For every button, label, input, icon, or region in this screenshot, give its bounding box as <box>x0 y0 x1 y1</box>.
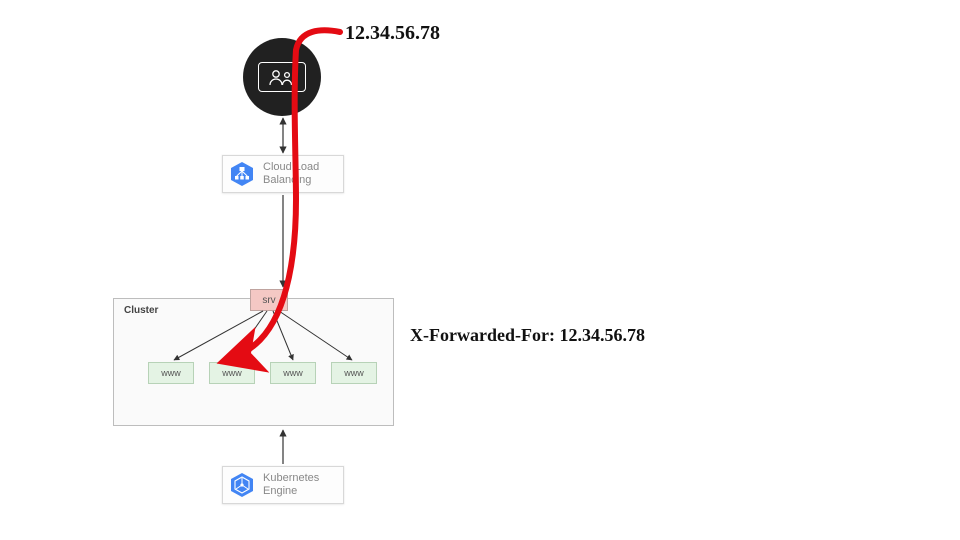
pod-label: www <box>344 368 364 378</box>
client-ip-annotation: 12.34.56.78 <box>345 22 440 45</box>
diagram-connectors <box>0 0 960 540</box>
pod-label: www <box>161 368 181 378</box>
load-balancer-label: Cloud Load Balancing <box>263 161 319 187</box>
load-balancer-icon <box>229 161 255 187</box>
pod-node: www <box>331 362 377 384</box>
pod-node: www <box>148 362 194 384</box>
pod-node: www <box>270 362 316 384</box>
x-forwarded-for-annotation: X-Forwarded-For: 12.34.56.78 <box>410 325 645 346</box>
kubernetes-engine-node: Kubernetes Engine <box>222 466 344 504</box>
pod-node: www <box>209 362 255 384</box>
users-device-icon <box>258 62 306 92</box>
cloud-load-balancer-node: Cloud Load Balancing <box>222 155 344 193</box>
service-node: srv <box>250 289 288 311</box>
request-flow-arrow <box>0 0 960 540</box>
gke-icon <box>229 472 255 498</box>
service-label: srv <box>262 295 275 306</box>
user-client-node <box>243 38 321 116</box>
cluster-label: Cluster <box>124 305 158 316</box>
pod-label: www <box>222 368 242 378</box>
pod-label: www <box>283 368 303 378</box>
kubernetes-engine-label: Kubernetes Engine <box>263 472 319 498</box>
